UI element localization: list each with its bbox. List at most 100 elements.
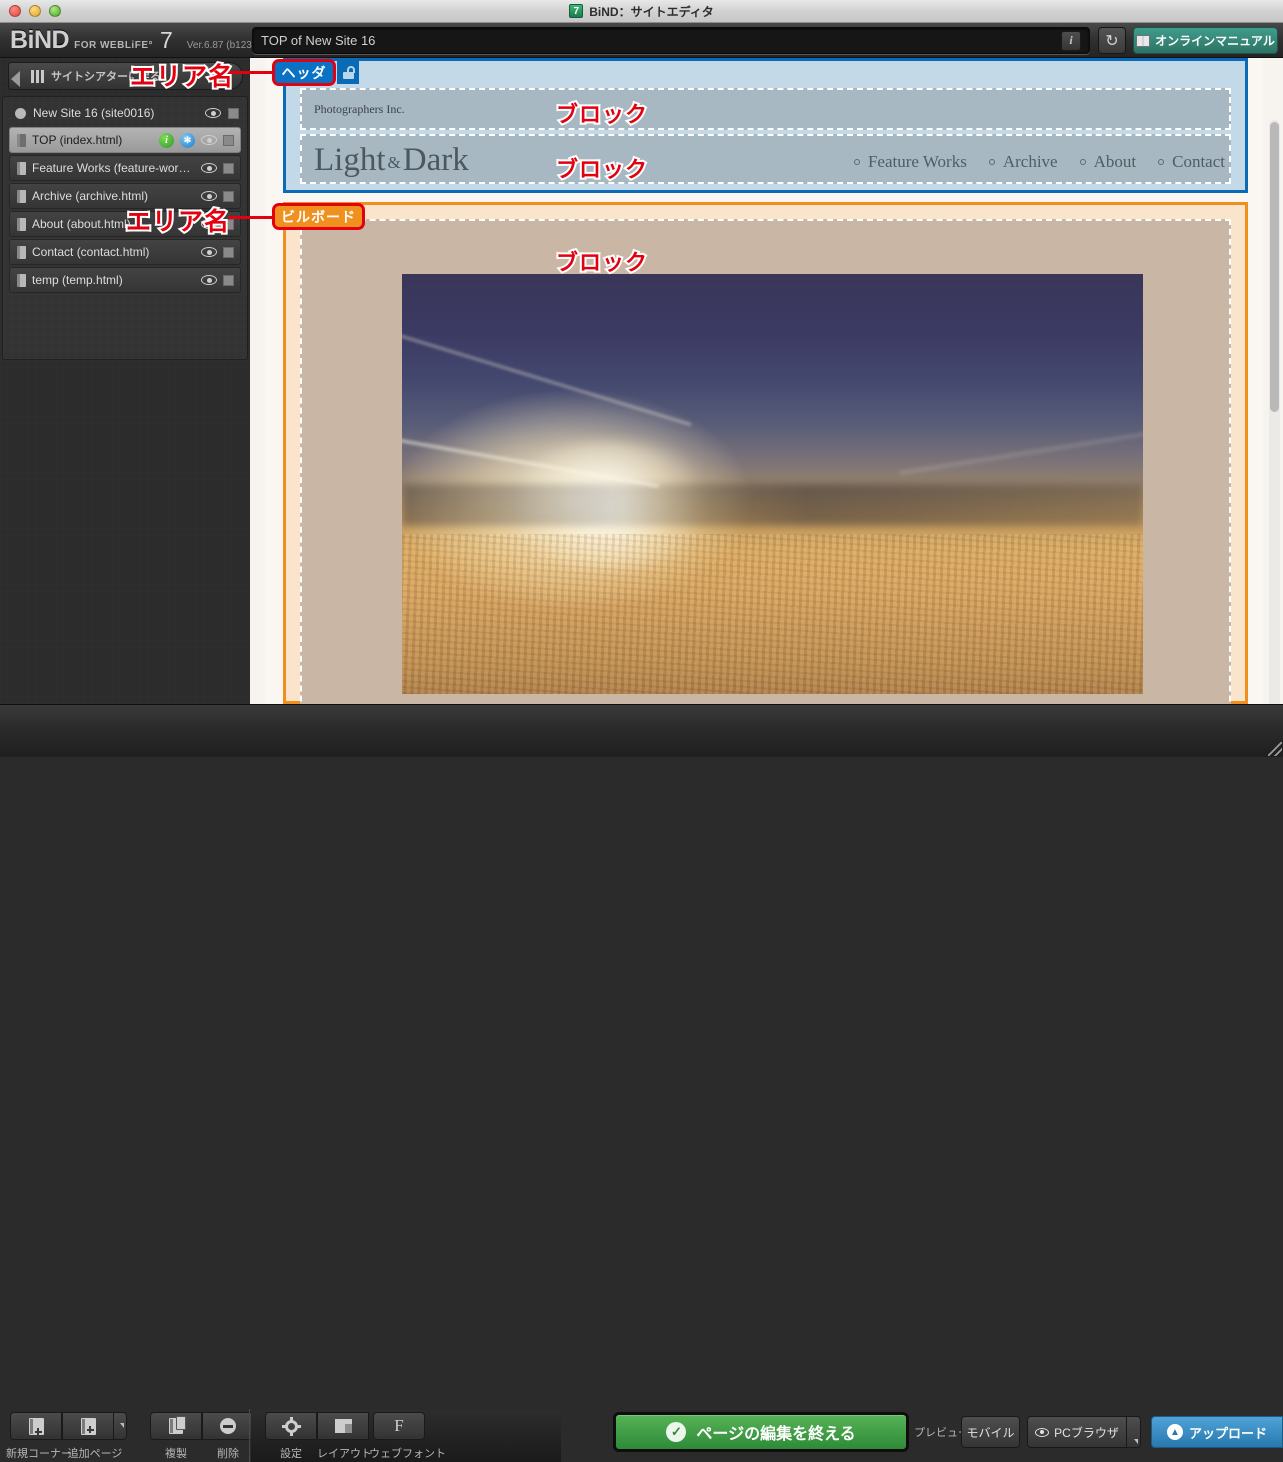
online-manual-button[interactable]: オンラインマニュアル bbox=[1133, 27, 1278, 54]
new-corner-button[interactable] bbox=[10, 1412, 62, 1440]
canvas-vertical-scrollbar[interactable] bbox=[1269, 120, 1280, 704]
page-checkbox[interactable] bbox=[223, 246, 234, 258]
back-arrow-icon bbox=[11, 71, 20, 87]
page-label: Archive (archive.html) bbox=[32, 189, 149, 203]
finish-editing-label: ページの編集を終える bbox=[696, 1426, 856, 1443]
page-label: temp (temp.html) bbox=[32, 273, 123, 287]
visibility-eye-icon[interactable] bbox=[201, 135, 217, 146]
duplicate-button[interactable] bbox=[150, 1412, 202, 1440]
delete-button[interactable] bbox=[202, 1412, 254, 1440]
window-title: BiND：サイトエディタ bbox=[589, 4, 714, 19]
delete-label: 削除 bbox=[217, 1448, 239, 1460]
toolbar-divider bbox=[249, 1409, 250, 1462]
nav-label: Contact bbox=[1172, 152, 1225, 171]
delete-icon bbox=[220, 1418, 236, 1434]
window-titlebar: 7 BiND：サイトエディタ bbox=[0, 0, 1283, 23]
add-page-dropdown-caret[interactable] bbox=[114, 1412, 127, 1440]
cloud-band bbox=[402, 484, 1143, 526]
window-title-group: 7 BiND：サイトエディタ bbox=[0, 3, 1283, 20]
webfont-button[interactable]: F bbox=[373, 1412, 425, 1440]
visibility-eye-icon[interactable] bbox=[201, 191, 217, 202]
billboard-block-1[interactable] bbox=[300, 219, 1231, 704]
nav-bullet-icon bbox=[988, 159, 995, 165]
nav-item-contact[interactable]: Contact bbox=[1158, 152, 1225, 172]
new-corner-label: 新規コーナー bbox=[6, 1448, 72, 1460]
header-block-2[interactable]: Light&Dark Feature Works Archive About bbox=[300, 134, 1231, 184]
annotation-leader-line-2 bbox=[228, 216, 274, 219]
sidebar: サイトシアターに戻る New Site 16 (site0016) TOP (i… bbox=[0, 58, 250, 704]
page-preview-canvas[interactable]: Photographers Inc. Light &Dark Feature Wo… bbox=[250, 58, 1283, 704]
header-area-badge[interactable]: ヘッダ bbox=[272, 59, 336, 86]
page-edit-buttons bbox=[150, 1412, 254, 1440]
brand-logo: BiND FOR WEBLiFE° 7 Ver.6.87 (b1234) bbox=[10, 26, 261, 55]
window-resize-grip[interactable] bbox=[1268, 742, 1282, 756]
site-dot-icon bbox=[15, 107, 26, 119]
page-checkbox[interactable] bbox=[223, 134, 234, 146]
site-root-row[interactable]: New Site 16 (site0016) bbox=[5, 101, 245, 125]
book-icon bbox=[1136, 34, 1151, 47]
visibility-eye-icon[interactable] bbox=[201, 163, 217, 174]
annotation-leader-line-1 bbox=[228, 71, 274, 74]
header-block-1[interactable]: Photographers Inc. bbox=[300, 88, 1231, 130]
nav-bullet-icon bbox=[1079, 159, 1086, 165]
page-checkbox[interactable] bbox=[223, 162, 234, 174]
page-list-item-temp[interactable]: temp (temp.html) bbox=[9, 267, 241, 293]
header-lock-badge[interactable] bbox=[337, 61, 359, 84]
scrollbar-thumb[interactable] bbox=[1270, 122, 1279, 412]
nav-item-archive[interactable]: Archive bbox=[988, 152, 1058, 172]
annotation-area-label-1: エリア名 bbox=[128, 61, 235, 93]
pc-browser-label: PCブラウザ bbox=[1054, 1425, 1119, 1440]
page-label: TOP (index.html) bbox=[32, 133, 123, 147]
theater-bars-icon bbox=[31, 69, 44, 83]
upload-button[interactable]: ▲ アップロード bbox=[1151, 1416, 1283, 1448]
billboard-area-badge[interactable]: ビルボード bbox=[272, 203, 365, 230]
page-create-buttons bbox=[10, 1412, 127, 1440]
unlock-icon bbox=[342, 66, 355, 79]
pc-browser-dropdown-caret[interactable] bbox=[1127, 1416, 1141, 1448]
annotation-block-label-2: ブロック bbox=[554, 155, 649, 184]
page-gear-icon[interactable]: ✻ bbox=[180, 132, 195, 148]
upload-arrow-icon: ▲ bbox=[1166, 1424, 1183, 1440]
page-document-icon bbox=[17, 133, 26, 147]
duplicate-label: 複製 bbox=[165, 1448, 187, 1460]
reload-icon[interactable]: ↻ bbox=[1098, 27, 1126, 54]
nav-label: Feature Works bbox=[867, 152, 967, 171]
info-icon[interactable]: i bbox=[1061, 30, 1081, 51]
visibility-eye-icon[interactable] bbox=[201, 275, 217, 286]
visibility-eye-icon[interactable] bbox=[205, 108, 221, 119]
page-list-item-contact[interactable]: Contact (contact.html) bbox=[9, 239, 241, 265]
nav-item-about[interactable]: About bbox=[1079, 152, 1137, 172]
mobile-preview-button[interactable]: モバイル bbox=[961, 1416, 1020, 1448]
layout-button[interactable] bbox=[317, 1412, 369, 1440]
site-name-label: New Site 16 (site0016) bbox=[33, 106, 155, 120]
site-nav-menu: Feature Works Archive About Contact bbox=[853, 152, 1225, 172]
page-checkbox[interactable] bbox=[223, 274, 234, 286]
site-logo-text: Light &Dark bbox=[314, 142, 469, 178]
new-corner-icon bbox=[28, 1417, 44, 1435]
contrail-streak bbox=[900, 428, 1143, 475]
visibility-eye-icon[interactable] bbox=[201, 247, 217, 258]
nav-item-feature-works[interactable]: Feature Works bbox=[853, 152, 967, 172]
pc-browser-preview-button[interactable]: PCブラウザ bbox=[1027, 1416, 1127, 1448]
finish-editing-button[interactable]: ✓ ページの編集を終える bbox=[613, 1412, 909, 1452]
settings-button[interactable] bbox=[265, 1412, 317, 1440]
page-title-input[interactable]: TOP of New Site 16 i bbox=[252, 27, 1090, 54]
nav-label: About bbox=[1093, 152, 1137, 171]
site-checkbox[interactable] bbox=[228, 107, 239, 119]
page-document-icon bbox=[17, 189, 26, 203]
page-list-item-top[interactable]: TOP (index.html) i ✻ bbox=[9, 127, 241, 153]
layout-icon bbox=[334, 1419, 352, 1433]
cloud-texture bbox=[402, 534, 1143, 694]
add-page-button[interactable] bbox=[62, 1412, 114, 1440]
page-document-icon bbox=[17, 161, 26, 175]
page-checkbox[interactable] bbox=[223, 190, 234, 202]
billboard-photo[interactable] bbox=[402, 274, 1143, 694]
page-info-icon[interactable]: i bbox=[159, 132, 174, 148]
company-name-text: Photographers Inc. bbox=[314, 102, 405, 116]
page-list-item-feature-works[interactable]: Feature Works (feature-work… bbox=[9, 155, 241, 181]
billboard-area[interactable] bbox=[283, 202, 1248, 704]
annotation-area-label-2: エリア名 bbox=[124, 206, 231, 238]
page-label: Contact (contact.html) bbox=[32, 245, 150, 259]
header-area[interactable]: Photographers Inc. Light &Dark Feature Wo… bbox=[283, 58, 1248, 193]
upload-label: アップロード bbox=[1188, 1425, 1267, 1441]
